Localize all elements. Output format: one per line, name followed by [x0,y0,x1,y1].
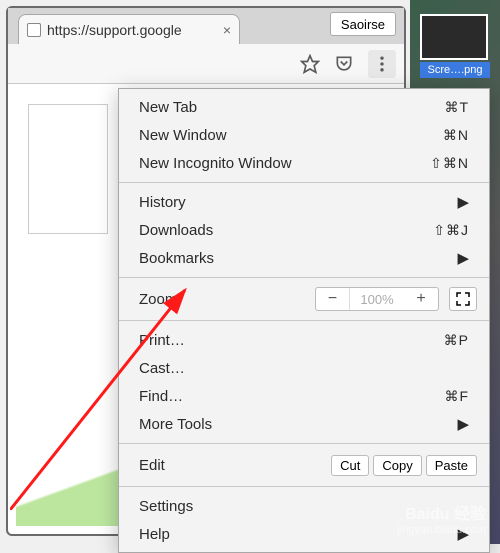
watermark-brand: Baidu 经验 [397,500,486,524]
close-icon[interactable]: × [223,22,231,38]
menu-bookmarks[interactable]: Bookmarks ▶ [119,244,489,272]
menu-find[interactable]: Find… ⌘F [119,382,489,410]
cut-button[interactable]: Cut [331,455,369,476]
watermark: Baidu 经验 jingyan.baidu.com [397,500,486,536]
copy-button[interactable]: Copy [373,455,421,476]
menu-label: Help [139,526,170,543]
menu-separator [119,486,489,487]
menu-more-tools[interactable]: More Tools ▶ [119,410,489,438]
chevron-right-icon: ▶ [457,193,469,211]
favicon-icon [27,23,41,37]
chevron-right-icon: ▶ [457,415,469,433]
menu-shortcut: ⇧⌘N [430,155,469,172]
menu-shortcut: ⌘T [444,99,469,116]
menu-label: More Tools [139,416,212,433]
paste-button[interactable]: Paste [426,455,477,476]
bookmark-star-icon[interactable] [300,54,320,74]
menu-shortcut: ⌘P [444,332,469,349]
menu-label: New Incognito Window [139,155,292,172]
menu-kebab-icon[interactable] [368,50,396,78]
file-thumbnail [420,14,488,60]
menu-label: History [139,194,186,211]
chrome-menu: New Tab ⌘T New Window ⌘N New Incognito W… [118,88,490,553]
zoom-in-button[interactable]: + [404,288,438,310]
menu-separator [119,277,489,278]
edit-label: Edit [139,457,165,474]
menu-label: Downloads [139,222,213,239]
menu-edit: Edit Cut Copy Paste [119,449,489,481]
menu-history[interactable]: History ▶ [119,188,489,216]
file-label: Scre….png [420,62,490,78]
content-placeholder [28,104,108,234]
menu-separator [119,182,489,183]
menu-zoom: Zoom − 100% + [119,283,489,315]
profile-button[interactable]: Saoirse [330,12,396,36]
menu-print[interactable]: Print… ⌘P [119,326,489,354]
menu-new-window[interactable]: New Window ⌘N [119,121,489,149]
menu-shortcut: ⌘N [443,127,469,144]
menu-separator [119,320,489,321]
fullscreen-button[interactable] [449,287,477,311]
menu-downloads[interactable]: Downloads ⇧⌘J [119,216,489,244]
menu-shortcut: ⇧⌘J [433,222,469,239]
profile-name: Saoirse [341,17,385,32]
chevron-right-icon: ▶ [457,249,469,267]
menu-new-tab[interactable]: New Tab ⌘T [119,93,489,121]
menu-label: Settings [139,498,193,515]
menu-label: Cast… [139,360,185,377]
zoom-controls: − 100% + [315,287,439,311]
menu-cast[interactable]: Cast… [119,354,489,382]
tab-title: https://support.google [47,22,182,38]
zoom-out-button[interactable]: − [316,288,350,310]
browser-tab[interactable]: https://support.google × [18,14,240,44]
zoom-percent: 100% [350,292,404,307]
watermark-url: jingyan.baidu.com [397,524,486,536]
menu-separator [119,443,489,444]
toolbar [8,44,404,84]
zoom-label: Zoom [139,291,177,308]
menu-label: New Tab [139,99,197,116]
menu-label: Print… [139,332,185,349]
menu-label: Bookmarks [139,250,214,267]
menu-label: Find… [139,388,183,405]
pocket-icon[interactable] [334,54,354,74]
tab-strip: https://support.google × Saoirse [8,8,404,44]
menu-shortcut: ⌘F [444,388,469,405]
menu-new-incognito[interactable]: New Incognito Window ⇧⌘N [119,149,489,177]
desktop-file[interactable]: Scre….png [420,14,490,78]
menu-label: New Window [139,127,227,144]
